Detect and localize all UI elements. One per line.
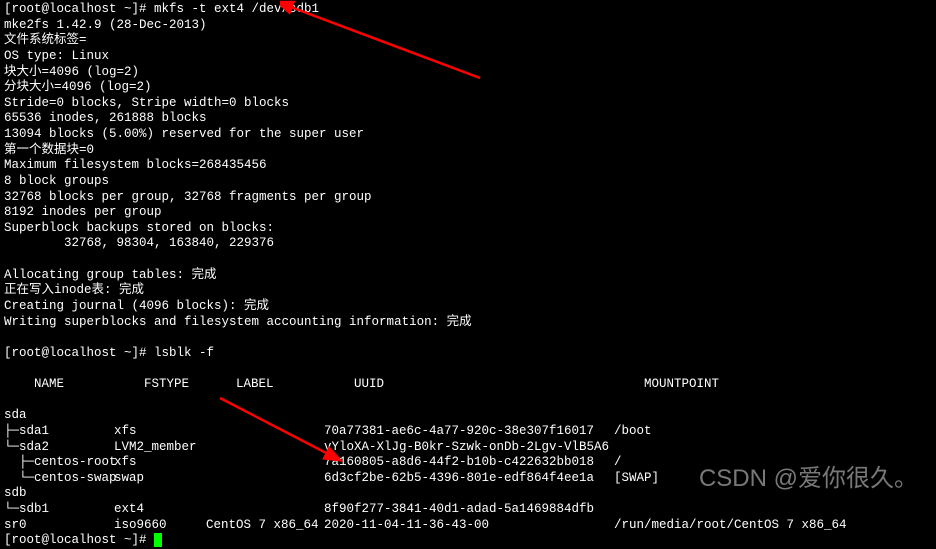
- output-line: 块大小=4096 (log=2): [4, 65, 932, 81]
- shell-prompt: [root@localhost ~]#: [4, 2, 154, 16]
- col-header-label: LABEL: [236, 377, 354, 393]
- shell-prompt: [root@localhost ~]#: [4, 533, 154, 547]
- output-line: 65536 inodes, 261888 blocks: [4, 111, 932, 127]
- lsblk-row: └─sda2LVM2_membervYloXA-XlJg-B0kr-Szwk-o…: [4, 440, 932, 456]
- output-line: OS type: Linux: [4, 49, 932, 65]
- shell-prompt: [root@localhost ~]#: [4, 346, 154, 360]
- output-line: [4, 252, 932, 268]
- output-line: Maximum filesystem blocks=268435456: [4, 158, 932, 174]
- command-text: mkfs -t ext4 /dev/sdb1: [154, 2, 319, 16]
- cursor[interactable]: [154, 533, 162, 547]
- output-line: 文件系统标签=: [4, 33, 932, 49]
- col-header-mountpoint: MOUNTPOINT: [644, 377, 719, 391]
- lsblk-row: ├─centos-rootxfs7a160805-a8d6-44f2-b10b-…: [4, 455, 932, 471]
- output-line: 13094 blocks (5.00%) reserved for the su…: [4, 127, 932, 143]
- command-text: lsblk -f: [154, 346, 214, 360]
- output-line: Creating journal (4096 blocks): 完成: [4, 299, 932, 315]
- output-line: 8192 inodes per group: [4, 205, 932, 221]
- output-line: mke2fs 1.42.9 (28-Dec-2013): [4, 18, 932, 34]
- output-line: Allocating group tables: 完成: [4, 268, 932, 284]
- output-line: 8 block groups: [4, 174, 932, 190]
- lsblk-row: └─sdb1ext48f90f277-3841-40d1-adad-5a1469…: [4, 502, 932, 518]
- col-header-fstype: FSTYPE: [144, 377, 236, 393]
- lsblk-row: └─centos-swapswap6d3cf2be-62b5-4396-801e…: [4, 471, 932, 487]
- output-line: Superblock backups stored on blocks:: [4, 221, 932, 237]
- output-line: 32768, 98304, 163840, 229376: [4, 236, 932, 252]
- output-line: 正在写入inode表: 完成: [4, 283, 932, 299]
- output-line: 第一个数据块=0: [4, 143, 932, 159]
- lsblk-row: sr0iso9660CentOS 7 x86_642020-11-04-11-3…: [4, 518, 932, 534]
- col-header-uuid: UUID: [354, 377, 644, 393]
- output-line: 32768 blocks per group, 32768 fragments …: [4, 190, 932, 206]
- terminal-output: [root@localhost ~]# mkfs -t ext4 /dev/sd…: [4, 2, 932, 549]
- output-line: [4, 330, 932, 346]
- output-line: Writing superblocks and filesystem accou…: [4, 315, 932, 331]
- output-line: 分块大小=4096 (log=2): [4, 80, 932, 96]
- lsblk-row: sda: [4, 408, 932, 424]
- lsblk-row: ├─sda1xfs70a77381-ae6c-4a77-920c-38e307f…: [4, 424, 932, 440]
- col-header-name: NAME: [34, 377, 144, 393]
- output-line: Stride=0 blocks, Stripe width=0 blocks: [4, 96, 932, 112]
